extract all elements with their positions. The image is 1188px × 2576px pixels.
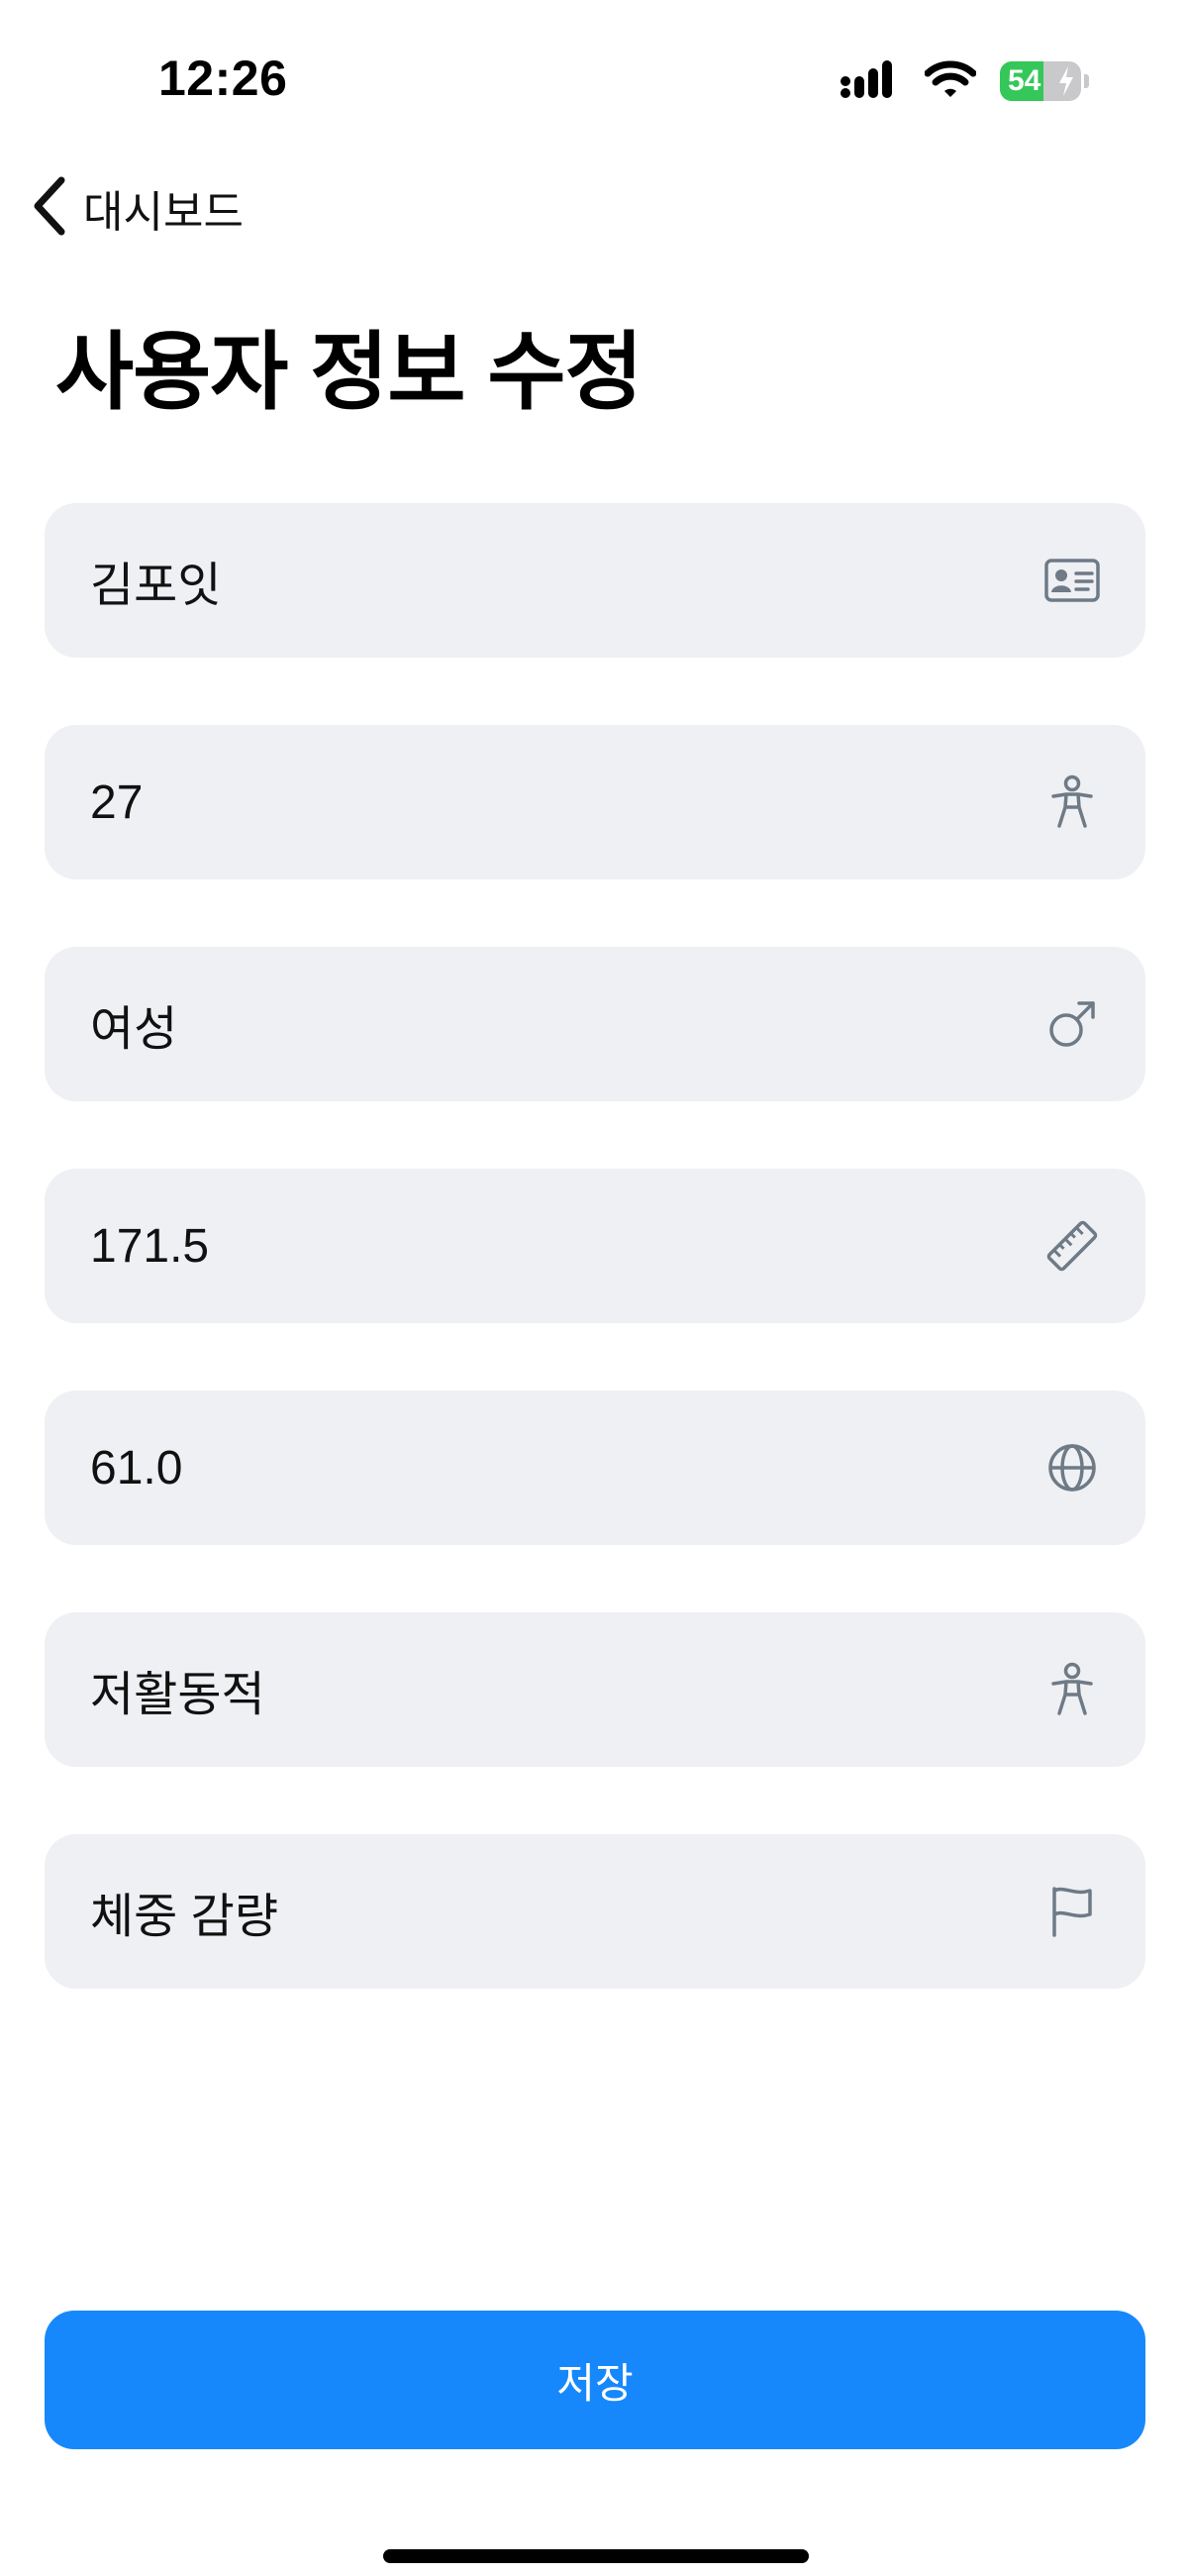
name-field[interactable]: 김포잇	[45, 503, 1145, 658]
gender-field[interactable]: 여성	[45, 947, 1145, 1101]
flag-icon	[1042, 1882, 1102, 1941]
home-indicator[interactable]	[383, 2549, 809, 2563]
age-field-value: 27	[90, 775, 144, 829]
gender-field-value: 여성	[90, 1003, 178, 1056]
activity-level-field[interactable]: 저활동적	[45, 1612, 1145, 1767]
status-bar: 12:26 54	[0, 0, 1188, 158]
person-icon	[1042, 1660, 1102, 1719]
male-symbol-icon	[1042, 994, 1102, 1054]
person-icon	[1042, 773, 1102, 832]
charging-bolt-icon	[1057, 65, 1075, 101]
weight-field[interactable]: 61.0	[45, 1391, 1145, 1545]
cellular-signal-icon	[840, 59, 901, 104]
save-button[interactable]: 저장	[45, 2311, 1145, 2449]
status-time: 12:26	[158, 51, 288, 106]
goal-field[interactable]: 체중 감량	[45, 1834, 1145, 1989]
battery-level: 54	[1008, 64, 1041, 97]
chevron-left-icon	[30, 174, 69, 243]
id-card-icon	[1042, 551, 1102, 610]
save-button-label: 저장	[556, 2359, 634, 2407]
globe-icon	[1042, 1438, 1102, 1497]
battery-cap	[1084, 74, 1089, 88]
profile-form: 김포잇 27 여성 171.5 61.0 저활동적 체중 감량	[45, 503, 1145, 2056]
height-field[interactable]: 171.5	[45, 1169, 1145, 1323]
activity-level-field-value: 저활동적	[90, 1669, 265, 1721]
weight-field-value: 61.0	[90, 1441, 183, 1494]
ruler-icon	[1042, 1216, 1102, 1276]
wifi-icon	[924, 59, 977, 104]
battery-indicator: 54	[1000, 61, 1081, 101]
name-field-value: 김포잇	[90, 560, 222, 612]
back-button-label: 대시보드	[83, 188, 244, 237]
status-indicators: 54	[840, 57, 1089, 105]
back-button[interactable]: 대시보드	[30, 173, 244, 243]
goal-field-value: 체중 감량	[90, 1891, 278, 1943]
page-title: 사용자 정보 수정	[55, 325, 644, 420]
age-field[interactable]: 27	[45, 725, 1145, 879]
height-field-value: 171.5	[90, 1219, 210, 1273]
